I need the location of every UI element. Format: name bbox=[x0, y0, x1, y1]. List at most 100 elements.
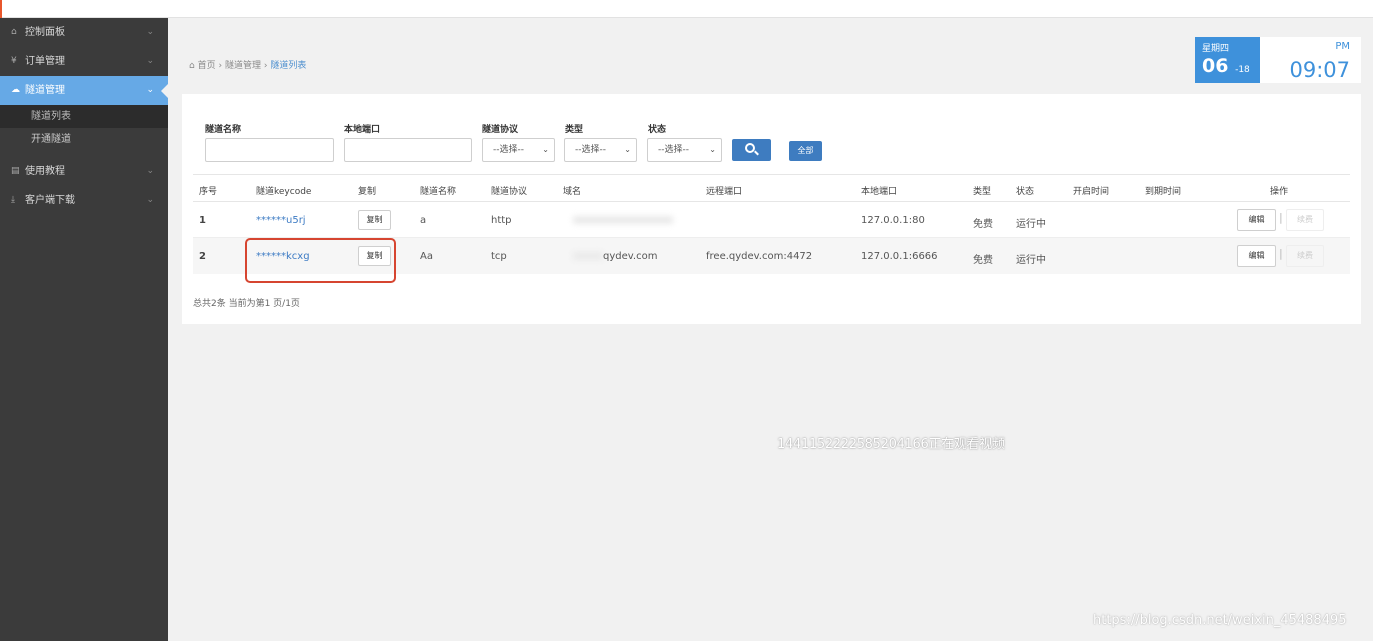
row-name: a bbox=[420, 215, 427, 226]
highlight-box bbox=[245, 238, 396, 283]
renew-button[interactable]: 续费 bbox=[1286, 209, 1324, 231]
th-start-time: 开启时间 bbox=[1073, 187, 1110, 197]
source-watermark: https://blog.csdn.net/weixin_45488495 bbox=[1093, 613, 1347, 628]
submenu-item-tunnel-list[interactable]: 隧道列表 bbox=[0, 105, 168, 128]
submenu-item-open-tunnel[interactable]: 开通隧道 bbox=[0, 128, 168, 151]
yen-icon: ¥ bbox=[11, 56, 17, 66]
local-port-input[interactable] bbox=[344, 138, 472, 162]
row-type: 免费 bbox=[973, 219, 993, 230]
status-select-value: --选择-- bbox=[658, 145, 689, 155]
redacted-domain bbox=[573, 216, 673, 224]
type-select-value: --选择-- bbox=[575, 145, 606, 155]
date-clock-widget: 星期四 06 -18 PM 09:07 bbox=[1195, 37, 1361, 83]
breadcrumb: ⌂ 首页 › 隧道管理 › 隧道列表 bbox=[189, 58, 306, 71]
chevron-down-icon: ⌄ bbox=[146, 27, 154, 37]
top-bar bbox=[0, 0, 1373, 18]
day: 06 bbox=[1202, 55, 1229, 77]
edit-button[interactable]: 编辑 bbox=[1237, 209, 1276, 231]
sidebar-item-label: 订单管理 bbox=[25, 56, 65, 67]
download-icon: ⤓ bbox=[11, 195, 15, 205]
action-separator: | bbox=[1279, 247, 1283, 260]
tunnel-list-panel: 隧道名称 本地端口 隧道协议 --选择-- ⌄ 类型 --选择-- ⌄ 状态 -… bbox=[182, 94, 1361, 324]
sidebar: ⌂ 控制面板 ⌄ ¥ 订单管理 ⌄ ☁ 隧道管理 ⌄ 隧道列表 开通隧道 ▤ 使… bbox=[0, 18, 169, 641]
th-remote-port: 远程端口 bbox=[706, 187, 743, 197]
cloud-icon: ☁ bbox=[11, 85, 20, 95]
edit-button[interactable]: 编辑 bbox=[1237, 245, 1276, 267]
row-protocol: http bbox=[491, 215, 512, 226]
th-status: 状态 bbox=[1016, 187, 1035, 197]
redacted-domain bbox=[573, 252, 603, 260]
sidebar-item-label: 使用教程 bbox=[25, 166, 65, 177]
top-accent bbox=[0, 0, 2, 18]
date-block: 星期四 06 -18 bbox=[1195, 37, 1260, 83]
th-expire-time: 到期时间 bbox=[1145, 187, 1182, 197]
th-index: 序号 bbox=[199, 187, 218, 197]
sidebar-item-label: 隧道管理 bbox=[25, 85, 65, 96]
sidebar-item-label: 客户端下载 bbox=[25, 195, 75, 206]
clock-time: 09:07 bbox=[1289, 58, 1350, 82]
row-status: 运行中 bbox=[1016, 255, 1046, 266]
chevron-down-icon: ⌄ bbox=[709, 145, 716, 154]
type-select[interactable]: --选择-- ⌄ bbox=[564, 138, 637, 162]
breadcrumb-level2[interactable]: 隧道管理 bbox=[225, 61, 261, 71]
th-domain: 域名 bbox=[563, 187, 582, 197]
row-status: 运行中 bbox=[1016, 219, 1046, 230]
row-keycode[interactable]: ******u5rj bbox=[256, 215, 306, 226]
weekday: 星期四 bbox=[1202, 44, 1230, 54]
action-separator: | bbox=[1279, 211, 1283, 224]
sidebar-item-dashboard[interactable]: ⌂ 控制面板 ⌄ bbox=[0, 18, 168, 47]
row-protocol: tcp bbox=[491, 251, 507, 262]
tunnel-name-input[interactable] bbox=[205, 138, 334, 162]
tunnel-submenu: 隧道列表 开通隧道 bbox=[0, 105, 168, 151]
row-name: Aa bbox=[420, 251, 433, 262]
chevron-down-icon: ⌄ bbox=[146, 85, 154, 95]
chevron-down-icon: ⌄ bbox=[624, 145, 631, 154]
chevron-down-icon: ⌄ bbox=[146, 195, 154, 205]
row-index: 1 bbox=[199, 215, 206, 226]
th-actions: 操作 bbox=[1270, 187, 1289, 197]
search-icon-handle bbox=[754, 150, 759, 156]
chevron-down-icon: ⌄ bbox=[146, 166, 154, 176]
row-local-port: 127.0.0.1:6666 bbox=[861, 251, 938, 262]
sidebar-item-tutorial[interactable]: ▤ 使用教程 ⌄ bbox=[0, 157, 168, 186]
breadcrumb-current: 隧道列表 bbox=[270, 61, 307, 71]
table-row: 1 ******u5rj 复制 a http 127.0.0.1:80 免费 运… bbox=[193, 202, 1350, 238]
breadcrumb-separator: › bbox=[263, 61, 268, 71]
row-local-port: 127.0.0.1:80 bbox=[861, 215, 925, 226]
active-pointer bbox=[161, 83, 169, 99]
status-select[interactable]: --选择-- ⌄ bbox=[647, 138, 722, 162]
sidebar-item-tunnels[interactable]: ☁ 隧道管理 ⌄ bbox=[0, 76, 169, 105]
row-index: 2 bbox=[199, 251, 206, 262]
sidebar-item-label: 控制面板 bbox=[25, 27, 65, 38]
filter-name-label: 隧道名称 bbox=[205, 125, 242, 135]
th-keycode: 隧道keycode bbox=[256, 187, 312, 197]
th-type: 类型 bbox=[973, 187, 992, 197]
book-icon: ▤ bbox=[11, 166, 20, 176]
filter-port-label: 本地端口 bbox=[344, 125, 381, 135]
chevron-down-icon: ⌄ bbox=[146, 56, 154, 66]
row-domain: qydev.com bbox=[603, 251, 658, 262]
row-remote-port: free.qydev.com:4472 bbox=[706, 251, 813, 262]
month: -18 bbox=[1235, 65, 1250, 75]
filter-protocol-label: 隧道协议 bbox=[482, 125, 519, 135]
viewer-watermark: 1441152222585204166正在观看视频 bbox=[777, 437, 1005, 452]
th-protocol: 隧道协议 bbox=[491, 187, 528, 197]
th-local-port: 本地端口 bbox=[861, 187, 898, 197]
breadcrumb-home[interactable]: 首页 bbox=[198, 61, 216, 71]
day-number: 06 -18 bbox=[1202, 54, 1260, 82]
th-name: 隧道名称 bbox=[420, 187, 457, 197]
protocol-select[interactable]: --选择-- ⌄ bbox=[482, 138, 555, 162]
copy-button[interactable]: 复制 bbox=[358, 210, 391, 230]
chevron-down-icon: ⌄ bbox=[542, 145, 549, 154]
search-button[interactable] bbox=[732, 139, 771, 161]
home-icon: ⌂ bbox=[189, 61, 195, 71]
all-button[interactable]: 全部 bbox=[789, 141, 822, 161]
home-icon: ⌂ bbox=[11, 27, 17, 37]
renew-button[interactable]: 续费 bbox=[1286, 245, 1324, 267]
filter-status-label: 状态 bbox=[648, 125, 667, 135]
protocol-select-value: --选择-- bbox=[493, 145, 524, 155]
ampm: PM bbox=[1335, 41, 1350, 52]
sidebar-item-orders[interactable]: ¥ 订单管理 ⌄ bbox=[0, 47, 168, 76]
sidebar-item-client-download[interactable]: ⤓ 客户端下载 ⌄ bbox=[0, 186, 168, 215]
pagination-summary: 总共2条 当前为第1 页/1页 bbox=[193, 299, 300, 309]
